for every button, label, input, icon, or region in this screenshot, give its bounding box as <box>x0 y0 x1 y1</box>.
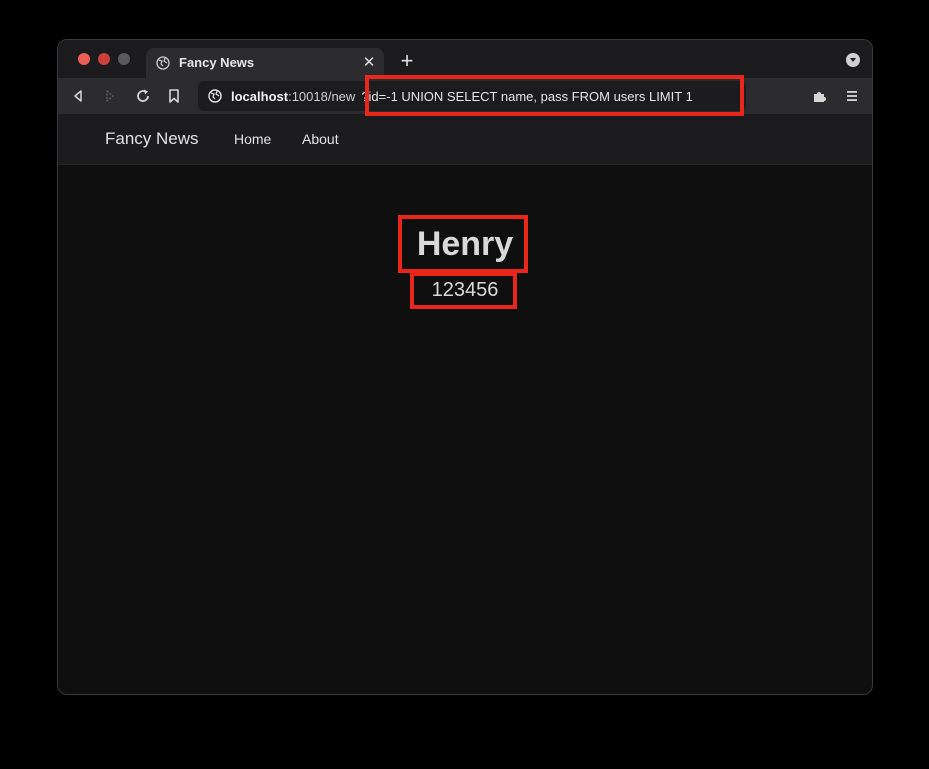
back-arrow-icon <box>74 90 82 102</box>
result-name: Henry <box>416 225 514 263</box>
bookmark-icon <box>169 89 179 103</box>
nav-link-about[interactable]: About <box>302 131 339 147</box>
forward-button[interactable] <box>100 86 120 106</box>
browser-toolbar: localhost:10018/new ?id=-1 UNION SELECT n… <box>58 78 872 114</box>
tab-fancy-news[interactable]: Fancy News ✕ <box>146 48 384 78</box>
back-button[interactable] <box>68 86 88 106</box>
close-window-button[interactable] <box>78 53 90 65</box>
tab-list-dropdown-icon[interactable] <box>846 53 860 67</box>
site-navbar: Fancy News Home About <box>58 114 872 165</box>
site-info-globe-icon[interactable] <box>208 89 222 103</box>
forward-arrow-icon <box>106 90 114 102</box>
address-bar[interactable]: localhost:10018/new ?id=-1 UNION SELECT n… <box>198 81 746 111</box>
site-brand[interactable]: Fancy News <box>105 129 199 149</box>
globe-icon <box>156 56 170 70</box>
url-query: ?id=-1 UNION SELECT name, pass FROM user… <box>361 89 693 104</box>
result-pass: 123456 <box>431 279 499 301</box>
minimize-window-button[interactable] <box>98 53 110 65</box>
extensions-button[interactable] <box>810 86 830 106</box>
tab-strip: Fancy News ✕ + <box>58 40 872 78</box>
close-tab-icon[interactable]: ✕ <box>360 54 378 72</box>
bookmark-button[interactable] <box>164 86 184 106</box>
zoom-window-button[interactable] <box>118 53 130 65</box>
url-text[interactable]: localhost:10018/new ?id=-1 UNION SELECT n… <box>231 89 693 104</box>
url-path: :10018/new <box>288 89 356 104</box>
new-tab-button[interactable]: + <box>396 50 418 72</box>
url-host: localhost <box>231 89 289 104</box>
browser-window: Fancy News ✕ + localhost:10018/new ?id=-… <box>57 39 873 695</box>
reload-icon <box>137 89 149 102</box>
puzzle-icon <box>814 92 826 102</box>
reload-button[interactable] <box>133 86 153 106</box>
page-content: Henry 123456 <box>58 165 872 694</box>
tab-title: Fancy News <box>179 55 255 70</box>
menu-button[interactable] <box>842 86 862 106</box>
nav-link-home[interactable]: Home <box>234 131 271 147</box>
hamburger-menu-icon <box>847 91 857 101</box>
